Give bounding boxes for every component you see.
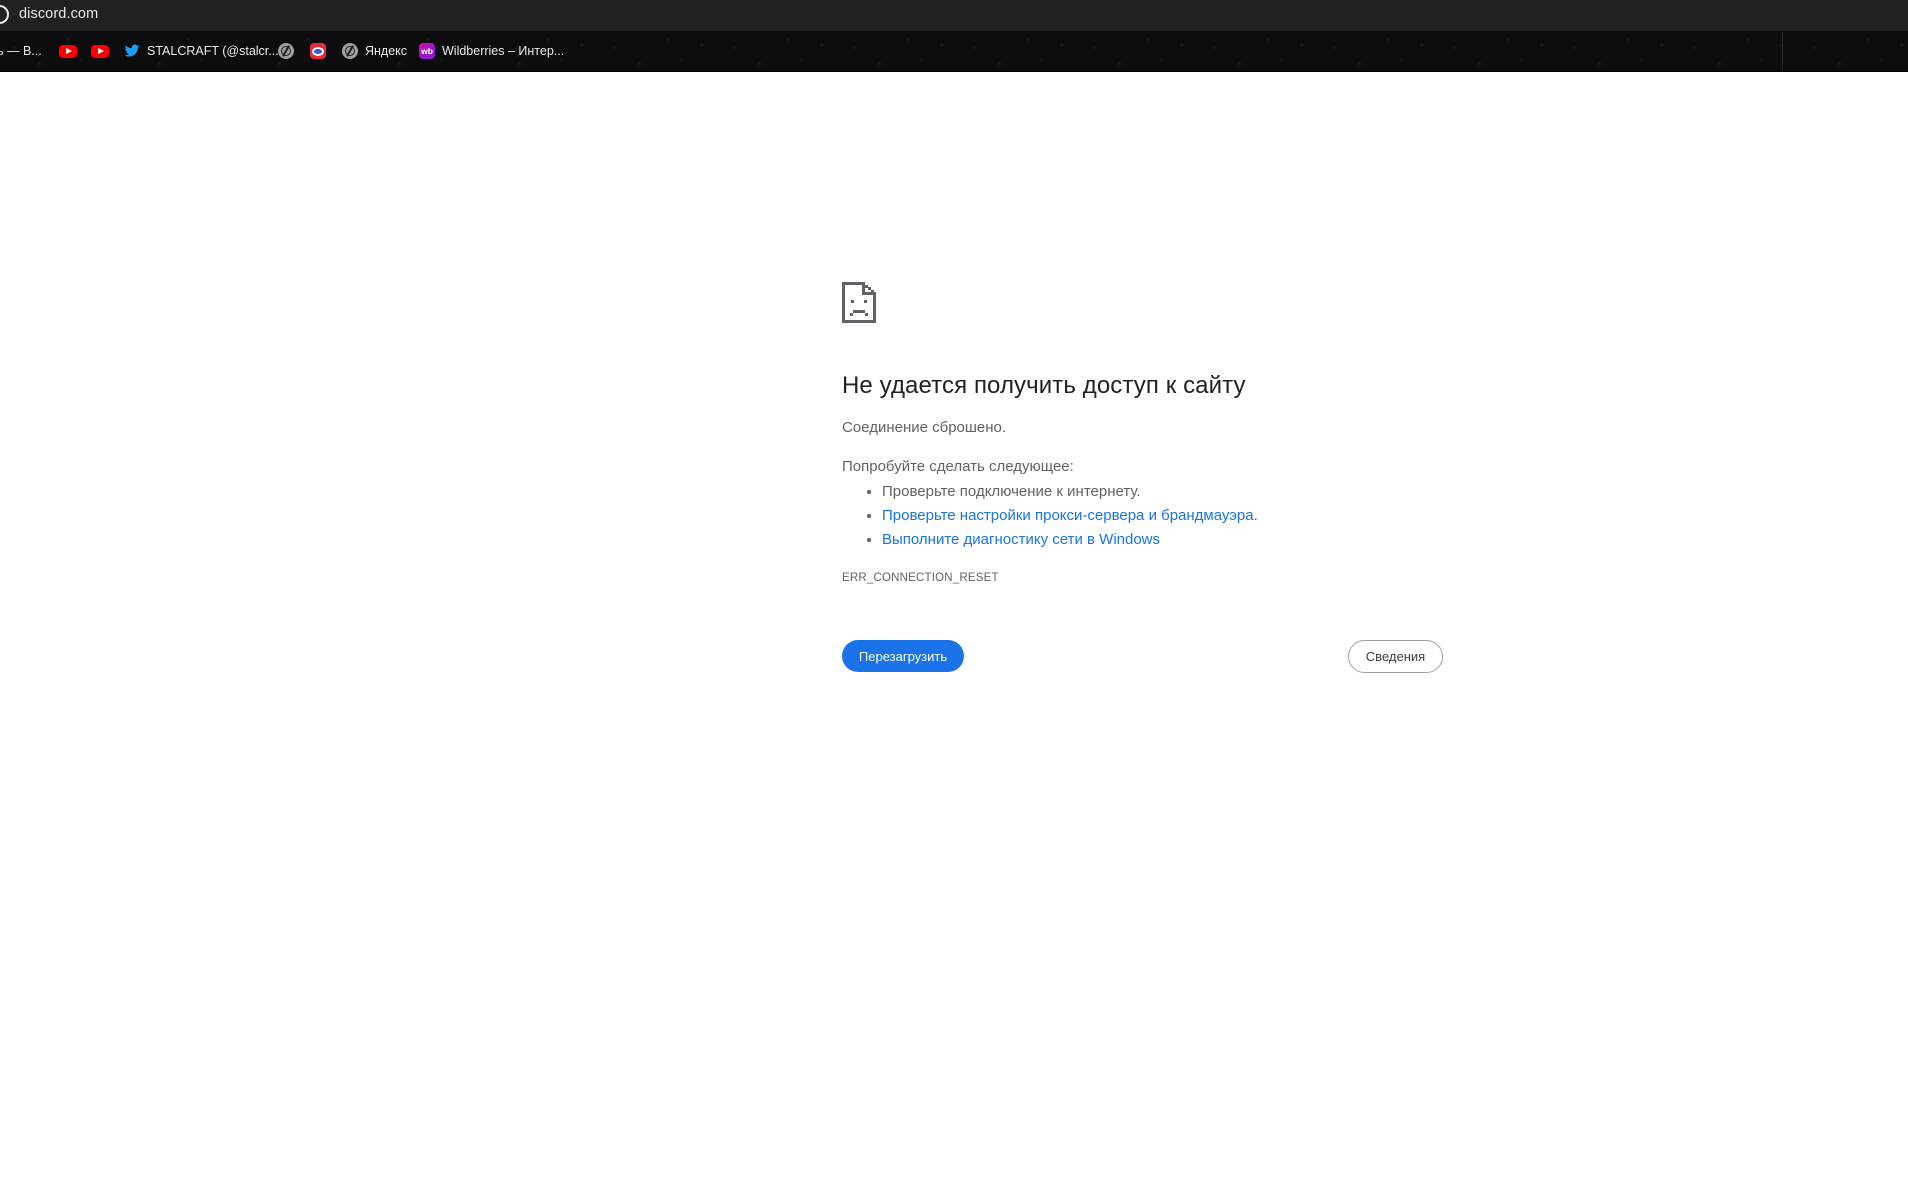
url-text[interactable]: discord.com [19,6,98,22]
bookmark-item-wildberries[interactable]: wb Wildberries – Интер... [419,41,564,61]
suggestion-check-proxy: Проверьте настройки прокси-сервера и бра… [882,504,1258,528]
globe-icon [342,43,358,59]
globe-icon [278,43,294,59]
twitter-icon [124,43,140,59]
bookmarks-divider [1782,32,1783,71]
suggestions-list: Проверьте подключение к интернету. Прове… [842,480,1258,552]
suggestion-check-connection: Проверьте подключение к интернету. [882,480,1258,504]
bookmark-label: Яндекс [365,44,408,58]
page-title: Не удается получить доступ к сайту [842,372,1246,399]
details-button[interactable]: Сведения [1348,640,1443,673]
suggestion-network-diagnostics: Выполните диагностику сети в Windows [882,528,1258,552]
youtube-icon [91,44,109,58]
reload-button[interactable]: Перезагрузить [842,640,964,672]
error-code: ERR_CONNECTION_RESET [842,572,999,584]
bookmark-item-ring[interactable] [310,41,333,61]
wildberries-icon: wb [419,43,435,59]
bookmark-item-truncated[interactable]: ь — В... [0,41,42,61]
bookmark-label: ь — В... [0,44,42,58]
sad-document-icon [842,282,876,323]
bookmark-label: Wildberries – Интер... [442,44,565,58]
suggestion-text: Проверьте подключение к интернету. [882,483,1141,500]
bookmark-label: STALCRAFT (@stalcr... [147,44,279,58]
proxy-settings-link[interactable]: Проверьте настройки прокси-сервера и бра… [882,507,1254,524]
error-summary: Соединение сброшено. [842,419,1007,436]
bookmark-item-stalcraft[interactable]: STALCRAFT (@stalcr... [124,41,279,61]
bookmark-item-youtube-2[interactable] [91,41,116,61]
bookmark-item-globe[interactable] [278,41,301,61]
bookmarks-bar: ь — В... STALCRAFT (@stalcr... Яндекс wb… [0,31,1908,72]
youtube-icon [59,44,77,58]
bookmark-item-yandex[interactable]: Яндекс [342,41,407,61]
suggestions-title: Попробуйте сделать следующее: [842,458,1074,475]
site-info-icon[interactable] [0,5,9,24]
ring-logo-icon [310,43,326,59]
network-diagnostics-link[interactable]: Выполните диагностику сети в Windows [882,531,1160,548]
bookmark-item-youtube-1[interactable] [59,41,84,61]
address-bar[interactable]: discord.com [0,0,1908,31]
suggestion-suffix: . [1253,507,1258,524]
